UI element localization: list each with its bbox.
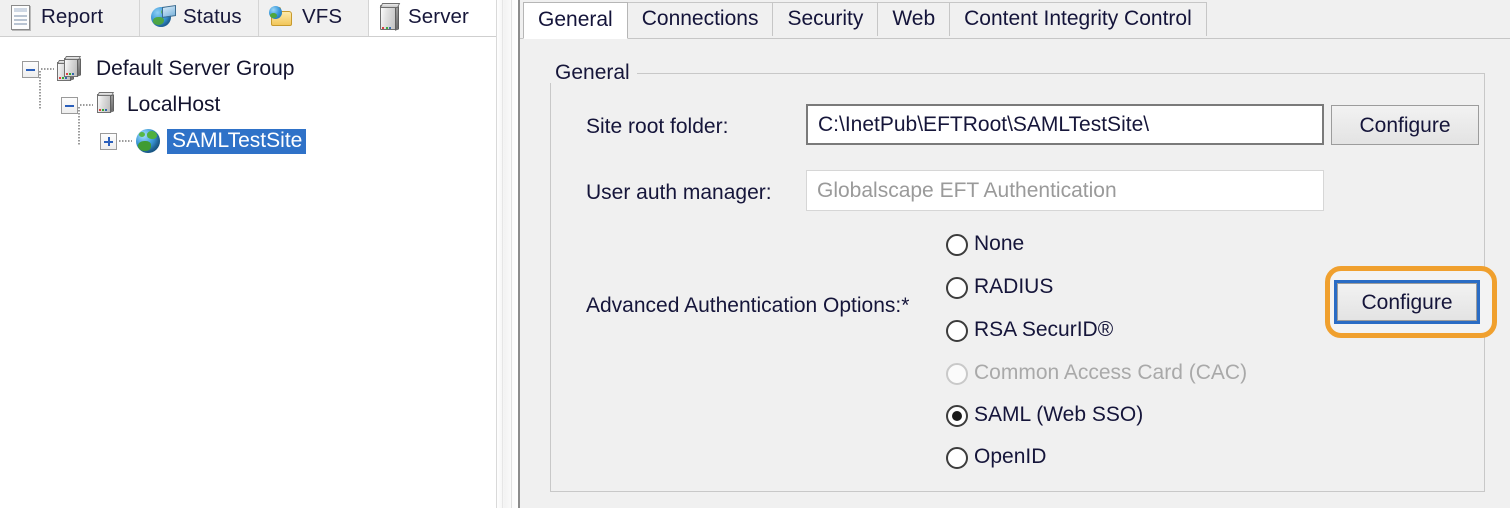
tree-connector: [80, 104, 93, 106]
status-globe-monitor-icon: [150, 5, 176, 31]
general-group-legend: General: [548, 62, 637, 83]
radio-saml-web-sso-label: SAML (Web SSO): [974, 404, 1143, 427]
radio-radius-indicator[interactable]: [946, 277, 968, 299]
tab-web-label: Web: [892, 8, 935, 31]
radio-rsa-securid[interactable]: RSA SecurID®: [946, 319, 1113, 342]
radio-rsa-securid-indicator[interactable]: [946, 320, 968, 342]
tab-content-integrity-control[interactable]: Content Integrity Control: [949, 2, 1207, 36]
tab-server[interactable]: Server: [369, 0, 496, 36]
servers-stack-icon: [57, 55, 87, 83]
tab-connections-label: Connections: [642, 8, 759, 31]
application-window: Report Status VFS: [0, 0, 1510, 508]
radio-openid[interactable]: OpenID: [946, 446, 1046, 469]
server-tower-icon: [379, 4, 401, 32]
radio-common-access-card: Common Access Card (CAC): [946, 362, 1247, 385]
tab-content-integrity-control-label: Content Integrity Control: [964, 8, 1192, 31]
tree-connector: [119, 140, 132, 142]
advanced-auth-options-label: Advanced Authentication Options:*: [586, 295, 909, 316]
user-auth-manager-label: User auth manager:: [586, 182, 772, 203]
expander-plus-icon[interactable]: [100, 133, 117, 150]
tab-web[interactable]: Web: [877, 2, 950, 36]
tab-report-label: Report: [41, 7, 103, 29]
site-root-folder-label: Site root folder:: [586, 116, 728, 137]
tab-vfs[interactable]: VFS: [259, 0, 369, 36]
site-root-folder-input[interactable]: C:\InetPub\EFTRoot\SAMLTestSite\: [806, 104, 1324, 145]
tab-general[interactable]: General: [523, 2, 628, 39]
tree-item-samltestsite[interactable]: SAMLTestSite: [0, 123, 496, 159]
tab-connections[interactable]: Connections: [627, 2, 774, 36]
radio-openid-label: OpenID: [974, 446, 1046, 469]
tree-item-label: Default Server Group: [91, 57, 298, 82]
radio-saml-web-sso-indicator[interactable]: [946, 405, 968, 427]
settings-tab-strip: General Connections Security Web Content…: [520, 0, 1510, 39]
expander-minus-icon[interactable]: [61, 97, 78, 114]
site-globe-icon: [135, 128, 162, 155]
radio-saml-web-sso[interactable]: SAML (Web SSO): [946, 404, 1143, 427]
expander-minus-icon[interactable]: [22, 61, 39, 78]
tab-security-label: Security: [787, 8, 863, 31]
radio-none[interactable]: None: [946, 233, 1024, 256]
report-document-icon: [10, 5, 34, 31]
user-auth-manager-input[interactable]: Globalscape EFT Authentication: [806, 170, 1324, 211]
radio-none-indicator[interactable]: [946, 234, 968, 256]
radio-common-access-card-indicator: [946, 363, 968, 385]
tab-vfs-label: VFS: [302, 7, 342, 29]
advanced-auth-configure-button[interactable]: Configure: [1337, 283, 1477, 321]
site-root-configure-button[interactable]: Configure: [1331, 105, 1479, 145]
radio-common-access-card-label: Common Access Card (CAC): [974, 362, 1247, 385]
tab-report[interactable]: Report: [0, 0, 140, 36]
tab-status[interactable]: Status: [140, 0, 259, 36]
radio-none-label: None: [974, 233, 1024, 256]
tree-item-localhost[interactable]: LocalHost: [0, 87, 496, 123]
tab-status-label: Status: [183, 7, 242, 29]
radio-openid-indicator[interactable]: [946, 447, 968, 469]
left-tab-strip: Report Status VFS: [0, 0, 496, 37]
tree-item-default-server-group[interactable]: Default Server Group: [0, 51, 496, 87]
panel-splitter[interactable]: [496, 0, 518, 508]
tab-general-label: General: [538, 9, 613, 32]
server-tree: Default Server Group LocalHost SAMLTestS…: [0, 37, 496, 508]
tree-item-label: LocalHost: [122, 93, 224, 118]
radio-rsa-securid-label: RSA SecurID®: [974, 319, 1113, 342]
tab-server-label: Server: [408, 7, 469, 29]
left-navigation-panel: Report Status VFS: [0, 0, 496, 508]
server-icon: [96, 91, 118, 119]
vfs-folder-globe-icon: [269, 5, 295, 31]
radio-radius-label: RADIUS: [974, 276, 1053, 299]
tree-connector: [41, 68, 54, 70]
tab-security[interactable]: Security: [772, 2, 878, 36]
radio-radius[interactable]: RADIUS: [946, 276, 1053, 299]
tree-item-label: SAMLTestSite: [167, 129, 306, 154]
